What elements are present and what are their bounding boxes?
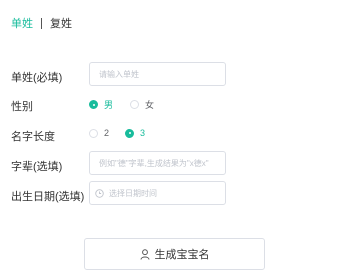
gender-option-male: 男 [104, 100, 114, 110]
birth-date-picker[interactable]: 选择日期时间 [89, 181, 226, 205]
surname-label: 单姓(必填) [11, 72, 63, 84]
generation-label: 字辈(选填) [11, 161, 63, 173]
gender-label: 性别 [11, 101, 33, 113]
surname-type-tabs: 单姓 复姓 [11, 15, 72, 31]
surname-input[interactable]: 请输入单姓 [89, 62, 226, 86]
radio-unchecked-icon [89, 128, 98, 138]
user-icon [140, 248, 150, 260]
birth-date-placeholder: 选择日期时间 [109, 188, 157, 198]
gender-option-female: 女 [145, 100, 155, 110]
name-length-option-2: 2 [104, 128, 110, 138]
name-length-radio-3[interactable]: 3 [125, 128, 145, 138]
calendar-icon [95, 188, 104, 198]
radio-unchecked-icon [130, 100, 139, 109]
generate-button-label: 生成宝宝名 [154, 249, 210, 261]
gender-radio-male[interactable]: 男 [89, 98, 113, 111]
surname-placeholder: 请输入单姓 [99, 69, 139, 79]
name-length-radio-2[interactable]: 2 [89, 128, 109, 138]
radio-checked-icon [125, 128, 134, 138]
tab-compound-surname[interactable]: 复姓 [50, 15, 72, 31]
birth-date-label: 出生日期(选填) [11, 191, 85, 203]
generate-name-button[interactable]: 生成宝宝名 [84, 238, 265, 270]
tab-divider [41, 17, 42, 29]
generation-placeholder: 例如"德"字辈,生成结果为"x德x" [99, 158, 209, 168]
tab-single-surname[interactable]: 单姓 [11, 15, 33, 31]
generation-input[interactable]: 例如"德"字辈,生成结果为"x德x" [89, 151, 226, 175]
gender-radio-female[interactable]: 女 [130, 98, 154, 111]
radio-checked-icon [89, 100, 98, 109]
name-length-label: 名字长度 [11, 131, 55, 143]
name-length-option-3: 3 [140, 128, 146, 138]
